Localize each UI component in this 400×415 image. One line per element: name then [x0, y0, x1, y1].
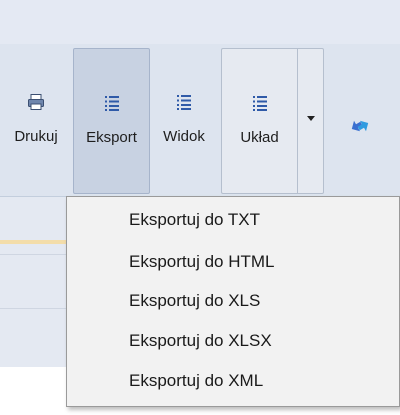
- menu-item-export-xls[interactable]: Eksportuj do XLS: [129, 291, 260, 311]
- list-icon: [102, 93, 122, 113]
- export-dropdown-menu: Eksportuj do TXT Eksportuj do HTML Ekspo…: [66, 196, 400, 407]
- refresh-button[interactable]: [348, 114, 372, 138]
- list-icon: [250, 93, 270, 113]
- menu-item-export-xml[interactable]: Eksportuj do XML: [129, 371, 263, 391]
- layout-button-label: Układ: [240, 129, 279, 146]
- printer-icon: [26, 92, 46, 112]
- export-button-label: Eksport: [86, 129, 137, 146]
- menu-item-export-xlsx[interactable]: Eksportuj do XLSX: [129, 331, 272, 351]
- layout-button[interactable]: Układ: [221, 48, 297, 194]
- list-icon: [174, 92, 194, 112]
- refresh-arrows-icon: [348, 114, 372, 143]
- export-button[interactable]: Eksport: [73, 48, 150, 194]
- top-bar: [0, 0, 400, 45]
- menu-item-export-html[interactable]: Eksportuj do HTML: [129, 252, 275, 272]
- view-button[interactable]: Widok: [151, 48, 217, 194]
- menu-item-export-txt[interactable]: Eksportuj do TXT: [129, 210, 260, 230]
- print-button-label: Drukuj: [14, 128, 58, 145]
- print-button[interactable]: Drukuj: [4, 48, 68, 194]
- chevron-down-icon: [307, 116, 315, 121]
- layout-dropdown-button[interactable]: [297, 48, 324, 194]
- view-button-label: Widok: [163, 128, 205, 145]
